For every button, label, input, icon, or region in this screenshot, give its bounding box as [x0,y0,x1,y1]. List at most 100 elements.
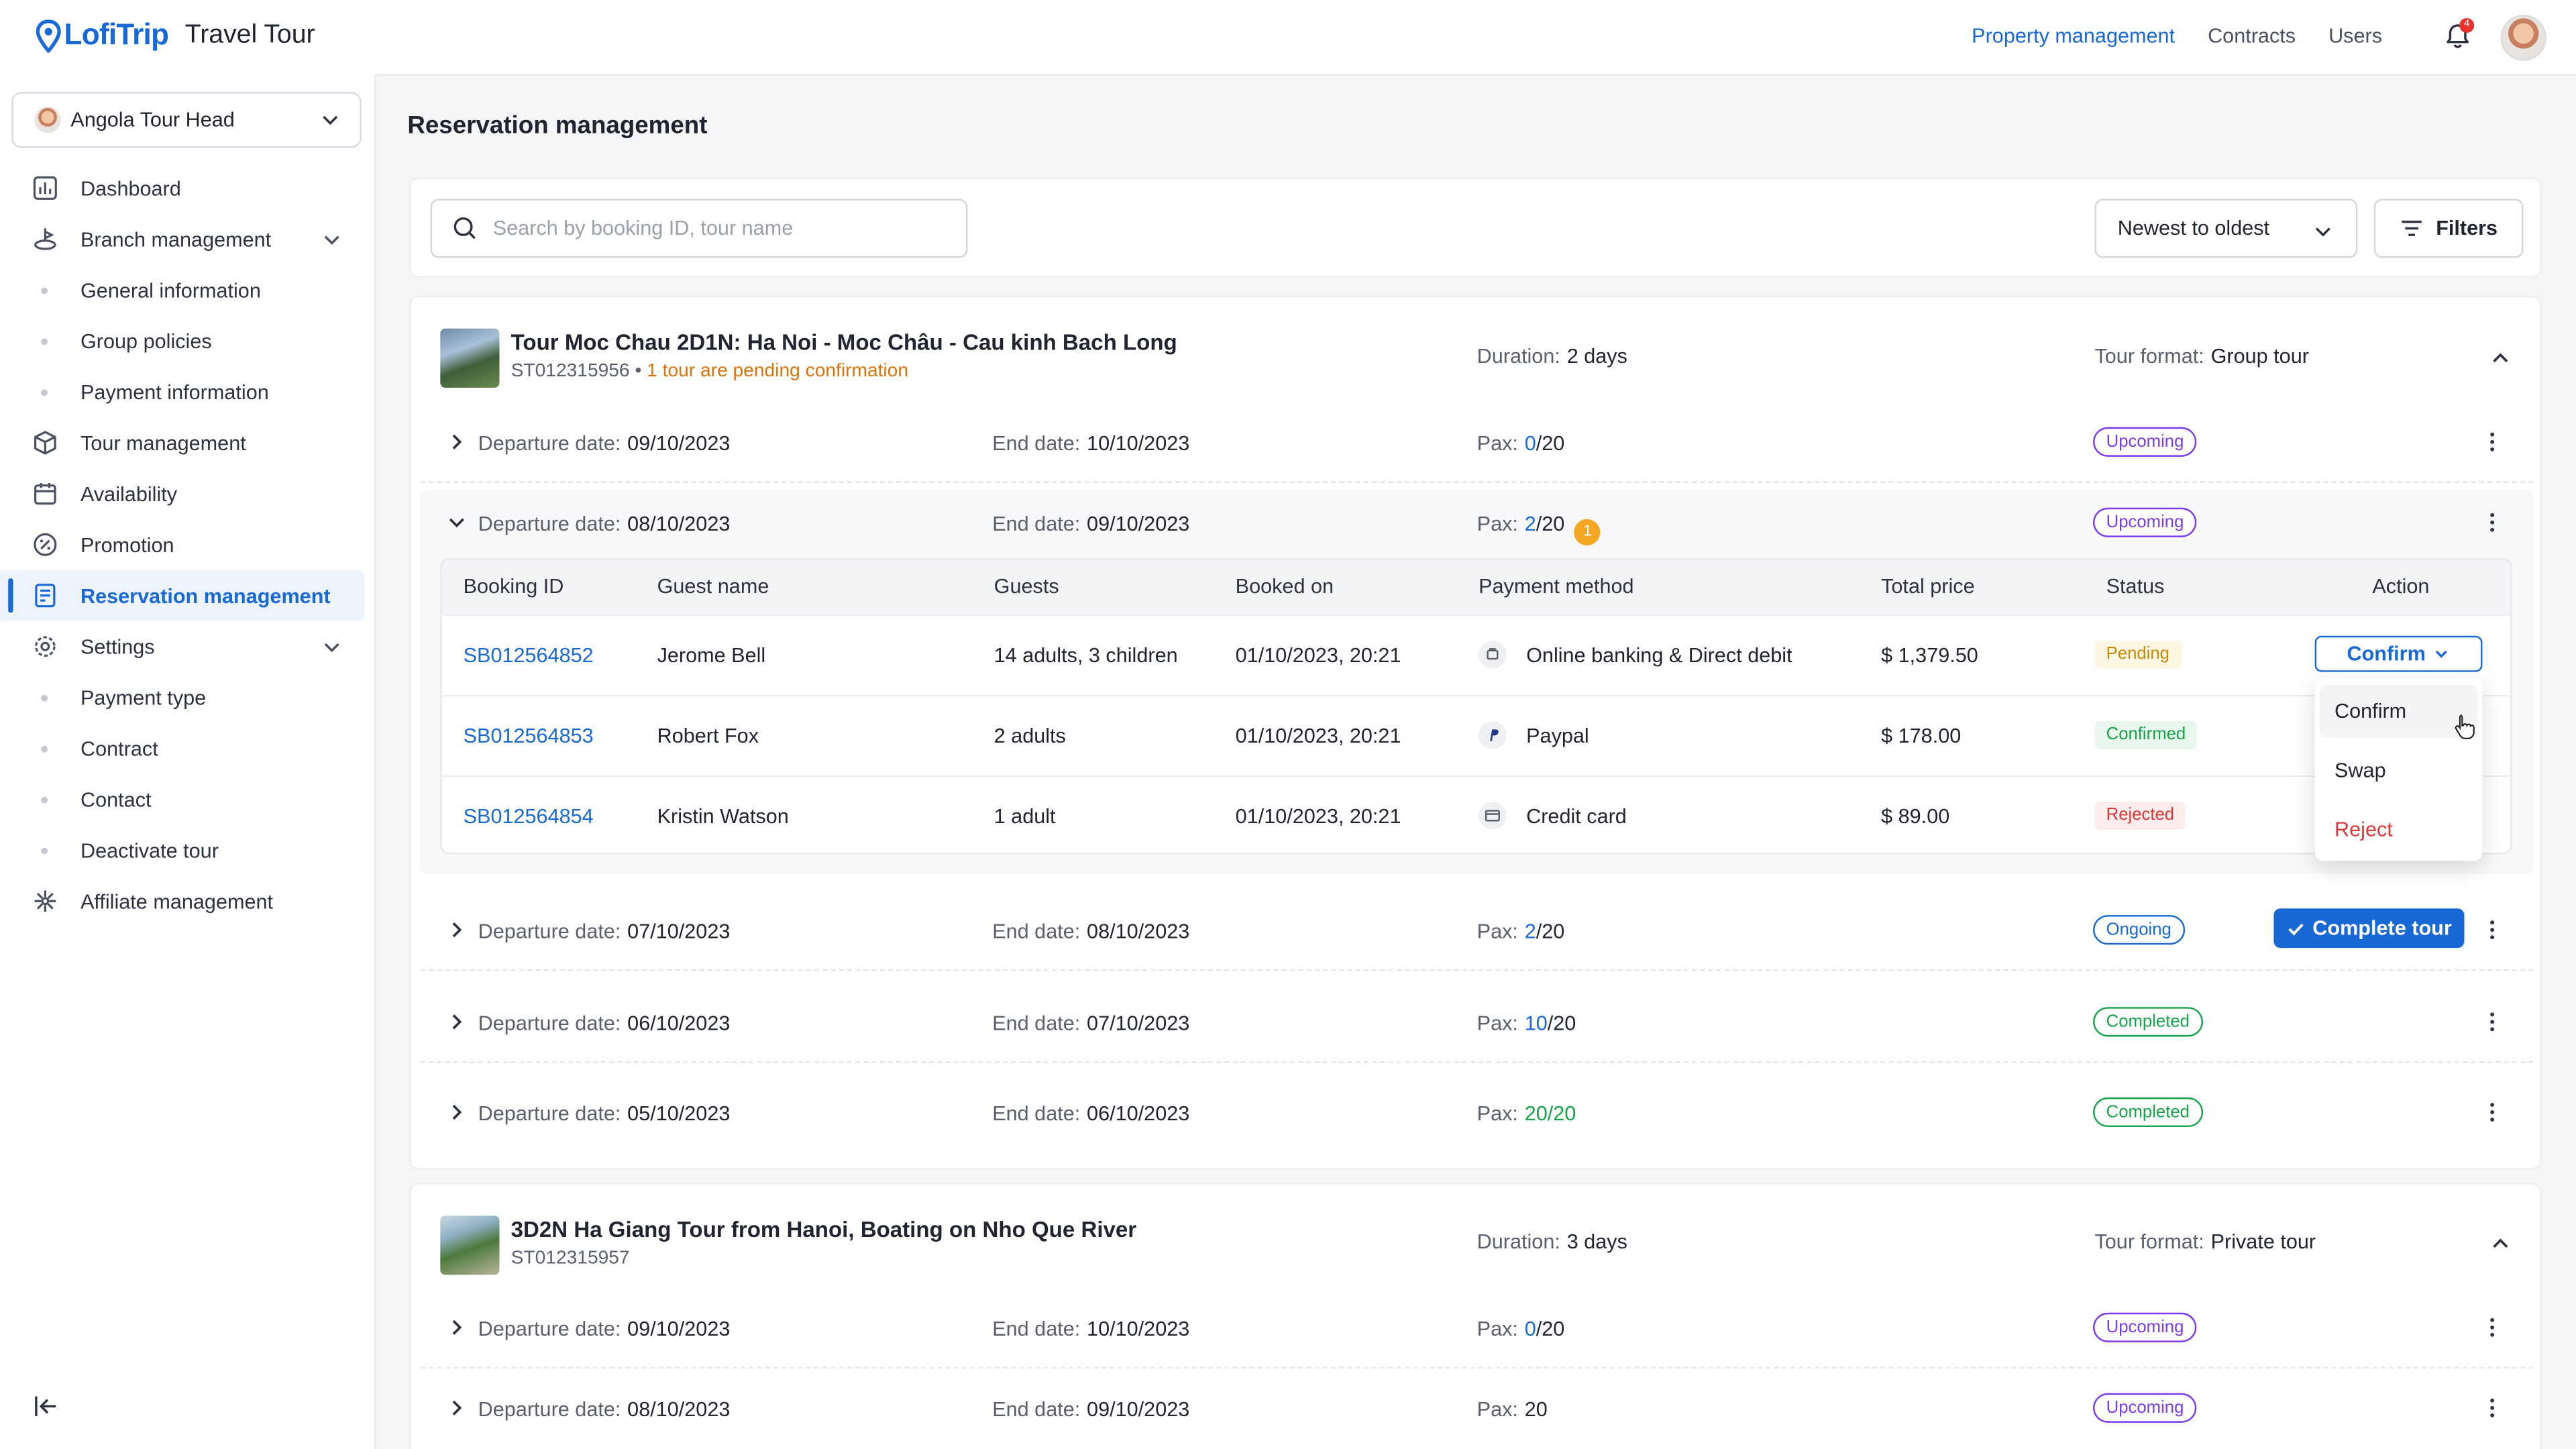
chevron-up-icon[interactable] [2491,1234,2510,1253]
reservation-icon [35,584,56,608]
sidebar-item-label: Payment type [80,686,207,709]
nav-users[interactable]: Users [2328,25,2382,48]
departure-row[interactable]: Departure date: 08/10/2023 End date: 09/10… [421,1372,2533,1448]
pax-label: Pax: [1477,1102,1518,1126]
end-label: End date: [992,1318,1081,1341]
booking-id-link[interactable]: SB012564853 [464,724,594,747]
calendar-icon [34,483,56,505]
org-selector[interactable]: Angola Tour Head [11,92,362,148]
col-action: Action [2372,575,2430,598]
pending-count-badge: 1 [1574,519,1601,546]
sidebar-item-payment-information[interactable]: Payment information [0,366,374,417]
end-date: End date: 09/10/2023 [992,1398,1189,1421]
tour-duration: Duration: 3 days [1477,1230,1627,1253]
sidebar-item-tour-management[interactable]: Tour management [0,417,374,468]
departure-row-expanded[interactable]: Departure date: 08/10/2023 End date: 09/10… [421,486,2533,562]
sidebar-item-deactivate-tour[interactable]: Deactivate tour [0,824,374,875]
dashboard-icon [33,176,57,200]
end-date: End date: 10/10/2023 [992,1318,1189,1340]
more-vertical-icon[interactable] [2487,1397,2498,1419]
menu-item-swap[interactable]: Swap [2320,744,2477,796]
chevron-right-icon[interactable] [447,1012,466,1032]
col-booking-id: Booking ID [463,575,564,598]
sidebar-item-settings[interactable]: Settings [0,621,374,672]
booking-id-link[interactable]: SB012564854 [464,805,594,828]
booking-status-badge: Pending [2094,641,2182,669]
booking-id-link[interactable]: SB012564852 [464,644,594,667]
notifications-button[interactable]: 4 [2443,17,2475,51]
pax-label: Pax: [1477,432,1518,455]
more-vertical-icon[interactable] [2487,1316,2498,1339]
sidebar-item-reservation-management[interactable]: Reservation management [0,570,365,621]
more-vertical-icon[interactable] [2487,511,2498,534]
chevron-right-icon[interactable] [447,1102,466,1122]
more-vertical-icon[interactable] [2487,431,2498,453]
end-value: 06/10/2023 [1087,1102,1190,1126]
more-vertical-icon[interactable] [2487,1010,2498,1033]
complete-tour-button[interactable]: Complete tour [2273,908,2465,949]
departure-row[interactable]: Departure date: 07/10/2023 End date: 08/10… [420,894,2534,971]
affiliate-icon [34,890,56,912]
departure-label: Departure date: [478,513,621,536]
chevron-down-icon[interactable] [447,513,466,532]
tour-title[interactable]: 3D2N Ha Giang Tour from Hanoi, Boating o… [511,1218,1137,1242]
sidebar-item-promotion[interactable]: Promotion [0,519,374,570]
more-vertical-icon[interactable] [2487,918,2498,941]
pax-booked: 2 [1524,513,1536,536]
total-price: $ 178.00 [1881,724,1962,748]
sort-value: Newest to oldest [2117,217,2270,240]
sidebar-item-general-information[interactable]: General information [0,264,374,315]
tour-duration: Duration: 2 days [1477,345,1627,368]
departure-value: 09/10/2023 [627,1318,731,1341]
col-status: Status [2106,575,2165,598]
departure-row[interactable]: Departure date: 06/10/2023 End date: 07/10… [420,985,2534,1063]
booking-status-badge: Confirmed [2094,721,2198,749]
sidebar-item-contact[interactable]: Contact [0,773,374,824]
departure-row[interactable]: Departure date: 09/10/2023 End date: 10/10… [420,1291,2534,1369]
guest-name: Kristin Watson [657,805,789,828]
tour-title[interactable]: Tour Moc Chau 2D1N: Ha Noi - Moc Châu - … [511,330,1177,355]
sidebar-item-dashboard[interactable]: Dashboard [0,162,374,213]
sidebar-item-availability[interactable]: Availability [0,468,374,519]
app-name: Travel Tour [184,20,315,49]
end-date: End date: 06/10/2023 [992,1102,1189,1125]
format-value: Group tour [2210,345,2309,368]
pax: Pax: 0/20 [1477,1318,1565,1340]
sort-select[interactable]: Newest to oldest [2094,199,2358,258]
menu-item-reject[interactable]: Reject [2320,804,2477,856]
tour-thumbnail [440,1216,500,1275]
chevron-down-icon [324,235,339,245]
chevron-right-icon[interactable] [447,920,466,939]
departure-value: 08/10/2023 [627,513,731,536]
confirm-dropdown-button[interactable]: Confirm [2314,635,2483,672]
nav-property-management[interactable]: Property management [1972,25,2175,48]
sidebar-item-contract[interactable]: Contract [0,723,374,774]
chevron-right-icon[interactable] [447,1398,466,1417]
bullet-dot [41,287,48,294]
user-avatar[interactable] [2500,15,2546,61]
sidebar-item-payment-type[interactable]: Payment type [0,672,374,723]
pax-booked: 0 [1524,432,1536,455]
search-input[interactable] [489,215,940,242]
nav-contracts[interactable]: Contracts [2208,25,2296,48]
collapse-sidebar-icon[interactable] [33,1393,59,1419]
chevron-up-icon[interactable] [2491,348,2510,368]
logo[interactable]: LofiTrip Travel Tour [36,18,315,52]
departure-row[interactable]: Departure date: 09/10/2023 End date: 10/10… [420,406,2534,484]
sidebar-item-branch-management[interactable]: Branch management [0,213,374,264]
check-icon [2288,922,2303,935]
sidebar-item-affiliate-management[interactable]: Affiliate management [0,875,374,926]
pax: Pax: 10/20 [1477,1012,1576,1035]
more-vertical-icon[interactable] [2487,1101,2498,1124]
filters-button[interactable]: Filters [2373,199,2524,258]
departure-row[interactable]: Departure date: 05/10/2023 End date: 06/10… [421,1076,2533,1152]
chevron-right-icon[interactable] [447,1318,466,1337]
chevron-right-icon[interactable] [447,432,466,451]
status-badge: Completed [2093,1097,2203,1128]
sidebar-item-group-policies[interactable]: Group policies [0,315,374,366]
pax-booked: 10 [1524,1012,1548,1035]
pax-label: Pax: [1477,920,1518,943]
sidebar-item-label: Reservation management [80,584,331,607]
search-box[interactable] [430,199,968,258]
end-date: End date: 10/10/2023 [992,432,1189,455]
